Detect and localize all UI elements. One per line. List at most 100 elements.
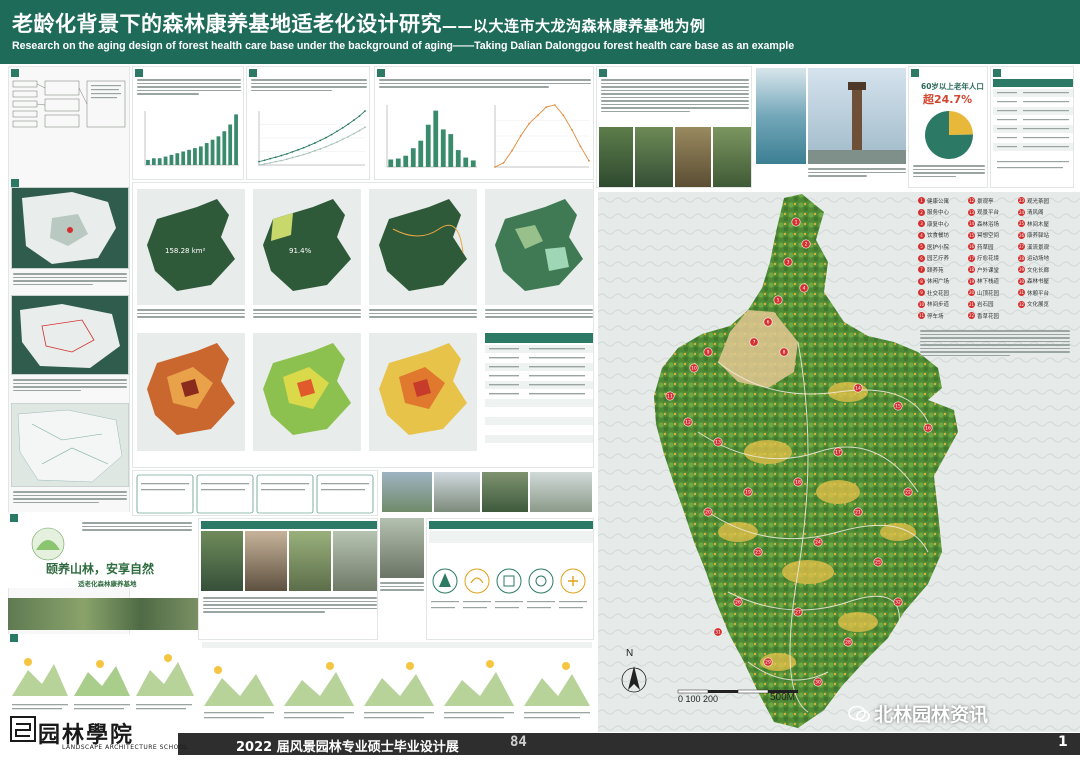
point xyxy=(302,146,305,149)
legend-label: 停车场 xyxy=(927,313,944,320)
legend-item: 23 观光茶园 xyxy=(1018,196,1049,205)
base-data-table xyxy=(990,66,1074,188)
school-logo-en: LANDSCAPE ARCHITECTURE SCHOOL xyxy=(62,744,188,751)
area-label: 158.28 km² xyxy=(165,247,206,255)
forest-photo xyxy=(599,127,633,187)
section-marker xyxy=(377,69,385,77)
legend-item: 5 医护小院 xyxy=(918,242,949,251)
bar xyxy=(448,134,454,167)
point xyxy=(274,160,277,163)
point xyxy=(494,166,496,168)
coverage-label: 91.4% xyxy=(289,247,312,255)
point xyxy=(297,148,299,151)
section-marker xyxy=(993,69,1001,77)
point xyxy=(291,156,294,159)
legend-label: 园艺疗养 xyxy=(927,256,950,262)
section-marker xyxy=(10,634,18,642)
text-block xyxy=(251,79,367,93)
pie-slice xyxy=(949,111,973,135)
bar xyxy=(163,156,168,165)
bar xyxy=(388,159,394,167)
legend-number: 15 xyxy=(968,231,975,239)
point xyxy=(364,110,366,112)
analysis-map-aspect xyxy=(369,333,477,451)
mountain-sketch-row-2 xyxy=(204,660,590,719)
legend-label: 康养驿站 xyxy=(1027,233,1050,239)
bar xyxy=(228,124,233,165)
plan-marker-label: 27 xyxy=(795,610,801,616)
point xyxy=(358,115,361,117)
legend-item: 31 休憩平台 xyxy=(1018,288,1049,297)
legend-label: 清风阁 xyxy=(1027,210,1044,216)
legend-item: 12 景观亭 xyxy=(968,196,994,205)
bar xyxy=(151,158,156,165)
plan-marker-label: 4 xyxy=(803,286,806,292)
legend-number: 13 xyxy=(968,208,975,216)
legend-number: 10 xyxy=(918,300,925,308)
legend-label: 颐养苑 xyxy=(927,267,944,274)
legend-label: 林间木屋 xyxy=(1027,221,1050,228)
point xyxy=(588,159,590,162)
text-block xyxy=(13,273,127,287)
location-map-3 xyxy=(11,403,129,487)
plan-marker-label: 12 xyxy=(685,420,691,426)
point xyxy=(579,145,582,148)
point xyxy=(336,141,339,143)
bar xyxy=(222,131,227,165)
legend-label: 户外课堂 xyxy=(977,267,1000,274)
legend-item: 10 林间步道 xyxy=(918,300,949,309)
legend-item: 6 园艺疗养 xyxy=(918,254,949,263)
legend-item: 16 药草园 xyxy=(968,242,994,251)
plan-marker-label: 5 xyxy=(777,298,780,304)
text-block xyxy=(380,582,424,593)
legend-label: 观光茶园 xyxy=(1027,198,1050,205)
point xyxy=(325,136,327,139)
plan-marker-label: 2 xyxy=(805,242,808,248)
point xyxy=(341,138,344,141)
text-block xyxy=(13,491,127,505)
section-marker xyxy=(11,69,19,77)
legend-label: 社交花园 xyxy=(927,290,950,297)
point xyxy=(308,144,311,147)
section-marker xyxy=(599,69,607,77)
point xyxy=(545,106,548,108)
point xyxy=(269,157,272,160)
point xyxy=(263,163,266,165)
exhibition-title: 2022 届风景园林专业硕士毕业设计展 xyxy=(236,740,459,755)
slogan-sub: 适老化森林康养基地 xyxy=(78,580,137,588)
aging-trend-line-chart xyxy=(258,110,366,166)
plan-marker-label: 6 xyxy=(767,320,770,326)
text-block xyxy=(137,79,241,97)
legend-label: 林下栈道 xyxy=(977,279,1000,285)
point xyxy=(352,132,355,135)
legend-number: 14 xyxy=(968,220,975,227)
location-map-1 xyxy=(11,187,129,269)
legend-item: 20 山顶花园 xyxy=(968,288,999,297)
design-strategy-sketches xyxy=(200,642,594,728)
legend-label: 森林书屋 xyxy=(1027,279,1050,285)
page-number: 1 xyxy=(1058,734,1068,750)
aging-trend-panel xyxy=(246,66,370,180)
legend-number: 19 xyxy=(968,277,975,285)
legend-label: 药草园 xyxy=(977,244,994,251)
wechat-watermark: 北林园林资讯 xyxy=(848,700,988,727)
background-text-panel xyxy=(596,66,752,188)
legend-label: 观景平台 xyxy=(977,210,1000,216)
point xyxy=(280,159,283,162)
point xyxy=(308,151,311,154)
legend-item: 2 服务中心 xyxy=(918,208,949,217)
point xyxy=(336,130,339,133)
legend-item: 28 运动场地 xyxy=(1018,254,1049,263)
legend-item: 11 停车场 xyxy=(918,311,944,320)
bar xyxy=(181,151,186,165)
legend-label: 溪流景观 xyxy=(1027,244,1050,251)
text-block xyxy=(808,168,906,179)
legend-label: 疗愈花境 xyxy=(977,256,1000,262)
point xyxy=(313,142,316,144)
suitability-table xyxy=(485,333,593,451)
research-framework-diagram xyxy=(12,80,126,128)
scale-ticks: 0 100 200 xyxy=(678,694,719,704)
scale-end: 500M xyxy=(770,692,796,703)
site-photo-1 xyxy=(382,472,432,512)
text-block xyxy=(203,597,377,615)
